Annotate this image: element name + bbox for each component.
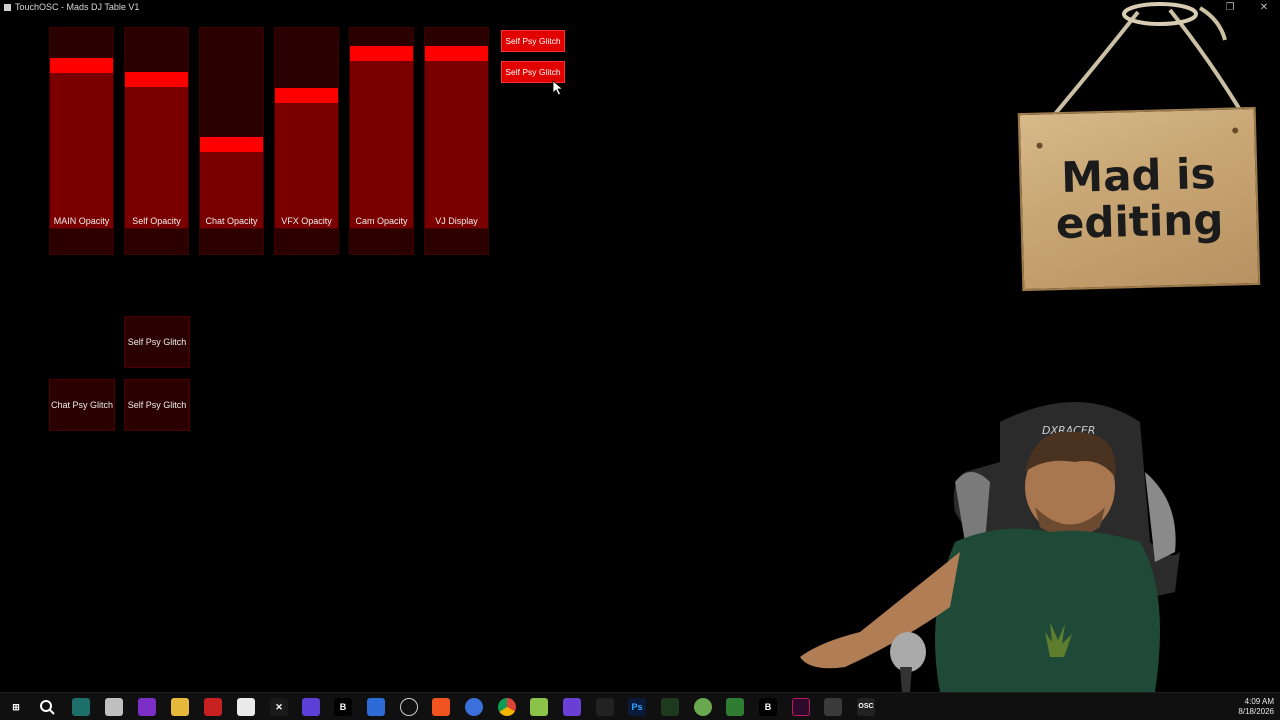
sign-line-2: editing bbox=[1055, 194, 1224, 249]
b-app-icon[interactable]: B bbox=[759, 698, 777, 716]
fader-handle[interactable] bbox=[125, 72, 188, 87]
fader-handle[interactable] bbox=[425, 46, 488, 61]
search-icon[interactable] bbox=[38, 698, 56, 716]
fader-self-opacity[interactable]: Self Opacity bbox=[124, 27, 189, 255]
active-app-icon[interactable] bbox=[824, 698, 842, 716]
sign-text: Mad is editing bbox=[1054, 148, 1224, 249]
app-icon[interactable] bbox=[72, 698, 90, 716]
taskbar: ⊞ ✕ B Ps B OSC 4:09 AM 8/18/2026 bbox=[0, 692, 1280, 720]
sign-board: Mad is editing bbox=[1017, 106, 1261, 292]
fader-label: MAIN Opacity bbox=[53, 216, 110, 226]
capcut-icon[interactable]: ✕ bbox=[270, 698, 288, 716]
obs-icon[interactable] bbox=[400, 698, 418, 716]
fader-handle[interactable] bbox=[200, 137, 263, 152]
fader-footer bbox=[275, 228, 338, 254]
clock-time: 4:09 AM bbox=[1244, 697, 1274, 706]
app-icon[interactable] bbox=[596, 698, 614, 716]
mad-is-editing-sign: Mad is editing bbox=[1010, 0, 1280, 295]
fader-chat-opacity[interactable]: Chat Opacity bbox=[199, 27, 264, 255]
webcam-overlay: DXRACER bbox=[750, 392, 1190, 692]
fader-fill bbox=[350, 59, 413, 228]
fader-label: VFX Opacity bbox=[281, 216, 332, 226]
sign-line-1: Mad is bbox=[1060, 148, 1217, 203]
fader-fill bbox=[425, 59, 488, 228]
app-icon[interactable] bbox=[726, 698, 744, 716]
nail-icon bbox=[1232, 127, 1239, 134]
fader-footer bbox=[125, 228, 188, 254]
grid-app-icon[interactable] bbox=[302, 698, 320, 716]
streamer-image: DXRACER bbox=[800, 402, 1180, 692]
fader-vj-display[interactable]: VJ Display bbox=[424, 27, 489, 255]
chat-psy-glitch-button[interactable]: Chat Psy Glitch bbox=[49, 379, 115, 431]
fader-cam-opacity[interactable]: Cam Opacity bbox=[349, 27, 414, 255]
window-title: TouchOSC - Mads DJ Table V1 bbox=[15, 2, 140, 12]
fader-footer bbox=[350, 228, 413, 254]
taskbar-clock[interactable]: 4:09 AM 8/18/2026 bbox=[1238, 697, 1274, 717]
brave-icon[interactable] bbox=[432, 698, 450, 716]
fader-footer bbox=[425, 228, 488, 254]
fader-label: Chat Opacity bbox=[205, 216, 258, 226]
app-icon[interactable] bbox=[563, 698, 581, 716]
self-psy-glitch-button[interactable]: Self Psy Glitch bbox=[501, 30, 565, 52]
fader-label: Cam Opacity bbox=[355, 216, 408, 226]
folder-icon[interactable] bbox=[171, 698, 189, 716]
windows-start-icon[interactable]: ⊞ bbox=[7, 698, 25, 716]
osc-icon[interactable]: OSC bbox=[857, 698, 875, 716]
app-icon[interactable] bbox=[694, 698, 712, 716]
app-icon[interactable] bbox=[465, 698, 483, 716]
fader-vfx-opacity[interactable]: VFX Opacity bbox=[274, 27, 339, 255]
fader-main-opacity[interactable]: MAIN Opacity bbox=[49, 27, 114, 255]
app-icon bbox=[4, 4, 11, 11]
app-icon[interactable] bbox=[530, 698, 548, 716]
app-icon[interactable] bbox=[105, 698, 123, 716]
self-psy-glitch-button[interactable]: Self Psy Glitch bbox=[124, 316, 190, 368]
mouse-cursor-icon bbox=[552, 80, 564, 96]
fader-label: VJ Display bbox=[435, 216, 478, 226]
voicemeeter-icon[interactable] bbox=[204, 698, 222, 716]
fader-handle[interactable] bbox=[275, 88, 338, 103]
app-icon[interactable] bbox=[237, 698, 255, 716]
bold-b-icon[interactable]: B bbox=[334, 698, 352, 716]
fader-handle[interactable] bbox=[350, 46, 413, 61]
nail-icon bbox=[1036, 142, 1043, 149]
app-icon[interactable] bbox=[661, 698, 679, 716]
app-icon[interactable] bbox=[367, 698, 385, 716]
fader-fill bbox=[50, 71, 113, 228]
app-icon[interactable] bbox=[792, 698, 810, 716]
app-icon[interactable] bbox=[138, 698, 156, 716]
fader-footer bbox=[200, 228, 263, 254]
fader-fill bbox=[275, 101, 338, 228]
self-psy-glitch-button[interactable]: Self Psy Glitch bbox=[124, 379, 190, 431]
clock-date: 8/18/2026 bbox=[1238, 707, 1274, 716]
fader-fill bbox=[125, 85, 188, 228]
fader-footer bbox=[50, 228, 113, 254]
fader-handle[interactable] bbox=[50, 58, 113, 73]
chrome-icon[interactable] bbox=[498, 698, 516, 716]
fader-label: Self Opacity bbox=[132, 216, 181, 226]
photoshop-icon[interactable]: Ps bbox=[628, 698, 646, 716]
